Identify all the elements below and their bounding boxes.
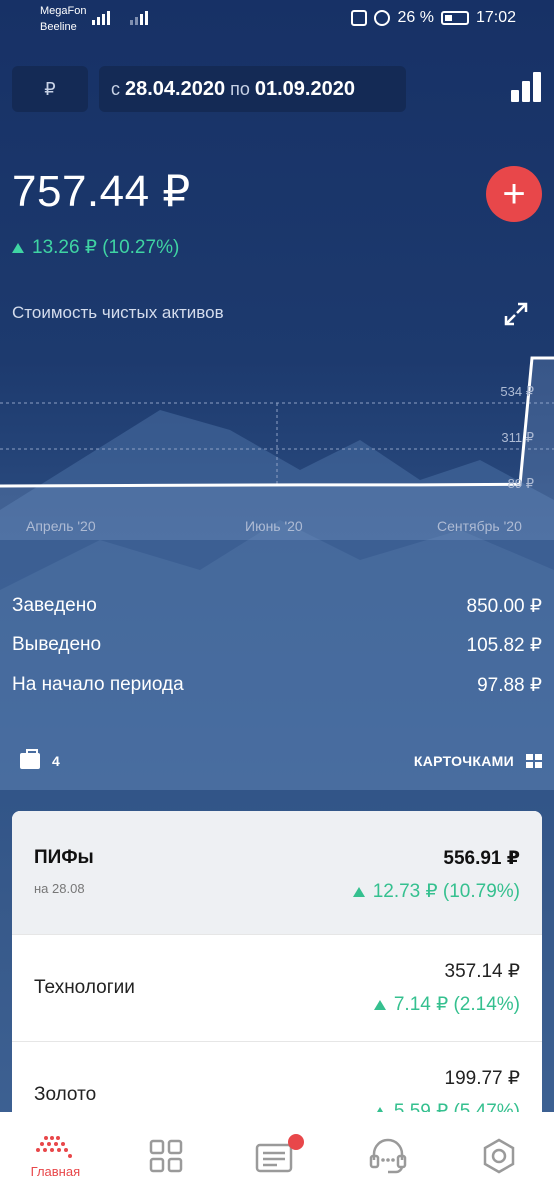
battery-percent: 26 % <box>397 9 434 26</box>
fund-row[interactable]: Золото 199.77 ₽ 5.59 ₽ (5.47%) <box>12 1041 542 1116</box>
stat-row: Заведено 850.00 ₽ <box>12 595 542 618</box>
settings-hex-icon <box>483 1138 514 1174</box>
nfc-icon <box>351 10 368 26</box>
analytics-icon[interactable] <box>511 72 543 102</box>
card-change: 12.73 ₽ (10.79%) <box>352 880 520 903</box>
nav-home[interactable]: Главная <box>10 1112 100 1200</box>
date-from: 28.04.2020 <box>125 77 226 100</box>
stat-row: На начало периода 97.88 ₽ <box>12 674 542 697</box>
x-tick-label: Апрель '20 <box>26 518 96 534</box>
view-label: КАРТОЧКАМИ <box>413 753 514 769</box>
portfolio-count-button[interactable]: 4 <box>12 749 60 769</box>
alarm-icon <box>374 10 391 26</box>
signal-icon <box>130 9 148 25</box>
fund-value: 357.14 ₽ <box>444 961 520 982</box>
fund-change-text: 7.14 ₽ (2.14%) <box>393 994 520 1015</box>
portfolio-toolbar: 4 КАРТОЧКАМИ <box>12 748 542 774</box>
operator-label: MegaFon <box>40 5 87 17</box>
fund-change: 7.14 ₽ (2.14%) <box>373 993 520 1016</box>
date-range-button[interactable]: с 28.04.2020 по 01.09.2020 <box>99 66 406 112</box>
fund-name: Золото <box>34 1084 97 1105</box>
bottom-nav: Главная <box>0 1112 554 1200</box>
stat-row: Выведено 105.82 ₽ <box>12 634 542 657</box>
total-value: 757.44 ₽ <box>12 167 191 216</box>
currency-button[interactable]: ₽ <box>12 66 88 112</box>
currency-label: ₽ <box>44 78 56 99</box>
nav-home-label: Главная <box>30 1163 81 1179</box>
total-change-text: 13.26 ₽ (10.27%) <box>32 237 180 258</box>
card-header[interactable]: ПИФы на 28.08 556.91 ₽ 12.73 ₽ (10.79%) <box>12 811 542 934</box>
battery-icon <box>440 11 469 25</box>
stat-value: 105.82 ₽ <box>466 635 542 656</box>
status-bar: MegaFon Beeline 26 % 17:02 <box>0 0 554 38</box>
stat-label: На начало периода <box>12 674 184 695</box>
x-tick-label: Сентябрь '20 <box>437 518 522 534</box>
grid-icon <box>526 754 542 768</box>
nav-settings[interactable] <box>454 1112 544 1200</box>
add-button[interactable]: + <box>486 166 542 222</box>
portfolio-count: 4 <box>52 753 60 769</box>
status-right: 26 % 17:02 <box>351 9 516 27</box>
net-asset-chart[interactable]: 534 ₽ 311 ₽ 89 ₽ Апрель '20 Июнь '20 Сен… <box>0 340 554 540</box>
view-toggle-button[interactable]: КАРТОЧКАМИ <box>414 753 542 769</box>
grid-icon <box>149 1139 183 1173</box>
up-arrow-icon <box>12 242 24 253</box>
stat-value: 97.88 ₽ <box>477 675 542 696</box>
x-tick-label: Июнь '20 <box>245 518 303 534</box>
total-change: 13.26 ₽ (10.27%) <box>12 236 179 259</box>
card-value: 556.91 ₽ <box>443 848 520 869</box>
operator-label: Beeline <box>40 21 77 33</box>
date-mid: по <box>230 78 250 99</box>
stat-label: Заведено <box>12 595 97 616</box>
fund-name: Технологии <box>34 977 135 998</box>
stat-label: Выведено <box>12 634 102 655</box>
chart-label: Стоимость чистых активов <box>12 303 224 322</box>
chart-canvas <box>0 356 554 540</box>
date-prefix: с <box>111 78 120 99</box>
card-subtitle: на 28.08 <box>34 881 85 896</box>
headset-icon <box>369 1138 407 1174</box>
portfolio-card[interactable]: ПИФы на 28.08 556.91 ₽ 12.73 ₽ (10.79%) … <box>12 811 542 1116</box>
y-tick-label: 311 ₽ <box>501 430 534 445</box>
y-tick-label: 534 ₽ <box>500 384 534 399</box>
nav-support[interactable] <box>343 1112 433 1200</box>
briefcase-icon <box>20 749 40 769</box>
fund-row[interactable]: Технологии 357.14 ₽ 7.14 ₽ (2.14%) <box>12 934 542 1041</box>
fund-value: 199.77 ₽ <box>444 1068 520 1089</box>
up-arrow-icon <box>373 999 386 1010</box>
signal-icon <box>92 9 110 25</box>
nav-news[interactable] <box>232 1112 322 1200</box>
card-change-text: 12.73 ₽ (10.79%) <box>372 881 520 902</box>
notification-dot <box>287 1134 304 1150</box>
home-dots-icon <box>36 1135 73 1158</box>
nav-catalog[interactable] <box>121 1112 211 1200</box>
clock: 17:02 <box>475 9 516 26</box>
up-arrow-icon <box>352 886 365 897</box>
expand-icon[interactable] <box>502 300 530 328</box>
stat-value: 850.00 ₽ <box>466 596 542 617</box>
y-tick-label: 89 ₽ <box>507 476 534 491</box>
card-title: ПИФы <box>34 847 94 868</box>
date-to: 01.09.2020 <box>254 77 355 100</box>
